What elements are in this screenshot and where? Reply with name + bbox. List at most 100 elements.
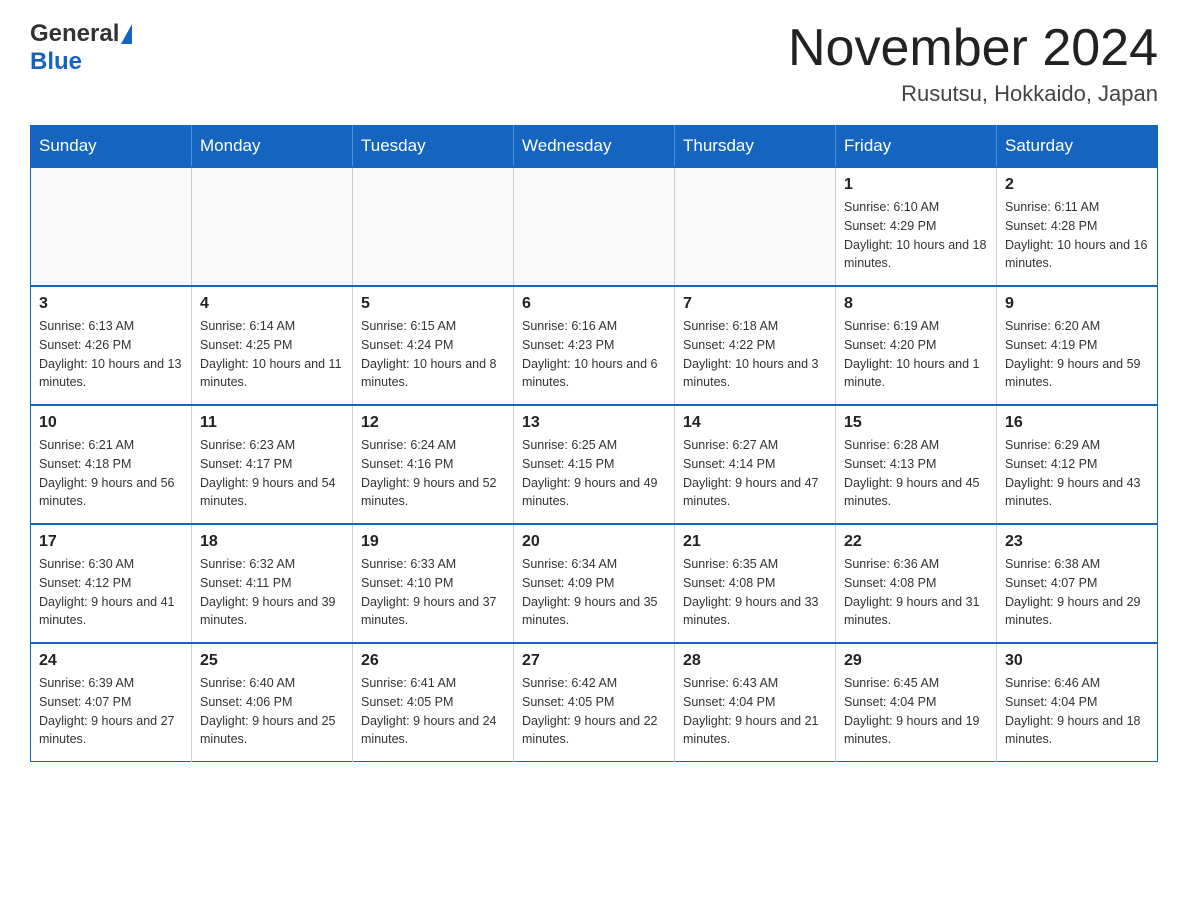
day-number: 9 <box>1005 295 1149 313</box>
calendar-cell: 5Sunrise: 6:15 AMSunset: 4:24 PMDaylight… <box>353 286 514 405</box>
day-info: Sunrise: 6:20 AMSunset: 4:19 PMDaylight:… <box>1005 317 1149 392</box>
day-number: 20 <box>522 533 666 551</box>
day-number: 28 <box>683 652 827 670</box>
calendar-week-row: 3 Sunrise: 6:13 AMSunset: 4:26 PMDaylight… <box>31 286 1158 405</box>
calendar-cell <box>192 167 353 286</box>
calendar-cell: 6Sunrise: 6:16 AMSunset: 4:23 PMDaylight… <box>514 286 675 405</box>
day-number: 14 <box>683 414 827 432</box>
logo-blue-text: Blue <box>30 48 82 76</box>
calendar-cell: 2Sunrise: 6:11 AMSunset: 4:28 PMDaylight… <box>997 167 1158 286</box>
calendar-cell: 12 Sunrise: 6:24 AMSunset: 4:16 PMDayligh… <box>353 405 514 524</box>
calendar-cell <box>353 167 514 286</box>
day-info: Sunrise: 6:30 AMSunset: 4:12 PMDaylight:… <box>39 555 183 630</box>
calendar-cell: 30Sunrise: 6:46 AMSunset: 4:04 PMDayligh… <box>997 643 1158 762</box>
calendar-cell: 22 Sunrise: 6:36 AMSunset: 4:08 PMDayligh… <box>836 524 997 643</box>
calendar-table: SundayMondayTuesdayWednesdayThursdayFrid… <box>30 125 1158 762</box>
calendar-cell: 17 Sunrise: 6:30 AMSunset: 4:12 PMDayligh… <box>31 524 192 643</box>
day-number: 11 <box>200 414 344 432</box>
day-info: Sunrise: 6:15 AMSunset: 4:24 PMDaylight:… <box>361 317 505 392</box>
calendar-cell: 18 Sunrise: 6:32 AMSunset: 4:11 PMDayligh… <box>192 524 353 643</box>
day-number: 17 <box>39 533 183 551</box>
calendar-body: 1 Sunrise: 6:10 AMSunset: 4:29 PMDaylight… <box>31 167 1158 762</box>
day-number: 1 <box>844 176 988 194</box>
day-number: 4 <box>200 295 344 313</box>
day-info: Sunrise: 6:45 AMSunset: 4:04 PMDaylight:… <box>844 674 988 749</box>
day-info: Sunrise: 6:11 AMSunset: 4:28 PMDaylight:… <box>1005 198 1149 273</box>
day-info: Sunrise: 6:42 AMSunset: 4:05 PMDaylight:… <box>522 674 666 749</box>
day-number: 6 <box>522 295 666 313</box>
day-info: Sunrise: 6:23 AMSunset: 4:17 PMDaylight:… <box>200 436 344 511</box>
calendar-cell: 4 Sunrise: 6:14 AMSunset: 4:25 PMDaylight… <box>192 286 353 405</box>
calendar-cell: 23 Sunrise: 6:38 AMSunset: 4:07 PMDayligh… <box>997 524 1158 643</box>
calendar-cell: 29 Sunrise: 6:45 AMSunset: 4:04 PMDayligh… <box>836 643 997 762</box>
calendar-cell: 27Sunrise: 6:42 AMSunset: 4:05 PMDayligh… <box>514 643 675 762</box>
weekday-header-wednesday: Wednesday <box>514 126 675 168</box>
calendar-cell: 16 Sunrise: 6:29 AMSunset: 4:12 PMDayligh… <box>997 405 1158 524</box>
day-number: 18 <box>200 533 344 551</box>
calendar-cell <box>675 167 836 286</box>
logo-general-text: General <box>30 20 119 48</box>
calendar-cell: 14 Sunrise: 6:27 AMSunset: 4:14 PMDayligh… <box>675 405 836 524</box>
day-info: Sunrise: 6:41 AMSunset: 4:05 PMDaylight:… <box>361 674 505 749</box>
day-number: 23 <box>1005 533 1149 551</box>
day-info: Sunrise: 6:18 AMSunset: 4:22 PMDaylight:… <box>683 317 827 392</box>
calendar-cell: 1 Sunrise: 6:10 AMSunset: 4:29 PMDaylight… <box>836 167 997 286</box>
day-number: 3 <box>39 295 183 313</box>
calendar-cell: 20 Sunrise: 6:34 AMSunset: 4:09 PMDayligh… <box>514 524 675 643</box>
day-info: Sunrise: 6:32 AMSunset: 4:11 PMDaylight:… <box>200 555 344 630</box>
day-info: Sunrise: 6:29 AMSunset: 4:12 PMDaylight:… <box>1005 436 1149 511</box>
day-number: 13 <box>522 414 666 432</box>
weekday-header-friday: Friday <box>836 126 997 168</box>
day-info: Sunrise: 6:25 AMSunset: 4:15 PMDaylight:… <box>522 436 666 511</box>
weekday-header-thursday: Thursday <box>675 126 836 168</box>
calendar-cell: 11 Sunrise: 6:23 AMSunset: 4:17 PMDayligh… <box>192 405 353 524</box>
calendar-cell: 19Sunrise: 6:33 AMSunset: 4:10 PMDayligh… <box>353 524 514 643</box>
day-info: Sunrise: 6:36 AMSunset: 4:08 PMDaylight:… <box>844 555 988 630</box>
calendar-cell: 26 Sunrise: 6:41 AMSunset: 4:05 PMDayligh… <box>353 643 514 762</box>
day-number: 24 <box>39 652 183 670</box>
calendar-cell: 24 Sunrise: 6:39 AMSunset: 4:07 PMDayligh… <box>31 643 192 762</box>
calendar-subtitle: Rusutsu, Hokkaido, Japan <box>788 81 1158 107</box>
day-info: Sunrise: 6:21 AMSunset: 4:18 PMDaylight:… <box>39 436 183 511</box>
day-number: 16 <box>1005 414 1149 432</box>
day-info: Sunrise: 6:38 AMSunset: 4:07 PMDaylight:… <box>1005 555 1149 630</box>
logo-triangle-icon <box>121 24 132 44</box>
calendar-header: SundayMondayTuesdayWednesdayThursdayFrid… <box>31 126 1158 168</box>
day-number: 21 <box>683 533 827 551</box>
day-number: 26 <box>361 652 505 670</box>
day-number: 12 <box>361 414 505 432</box>
day-number: 29 <box>844 652 988 670</box>
day-number: 22 <box>844 533 988 551</box>
day-number: 25 <box>200 652 344 670</box>
day-info: Sunrise: 6:34 AMSunset: 4:09 PMDaylight:… <box>522 555 666 630</box>
calendar-cell: 3 Sunrise: 6:13 AMSunset: 4:26 PMDaylight… <box>31 286 192 405</box>
calendar-week-row: 17 Sunrise: 6:30 AMSunset: 4:12 PMDayligh… <box>31 524 1158 643</box>
calendar-cell: 25 Sunrise: 6:40 AMSunset: 4:06 PMDayligh… <box>192 643 353 762</box>
day-info: Sunrise: 6:24 AMSunset: 4:16 PMDaylight:… <box>361 436 505 511</box>
calendar-cell: 28 Sunrise: 6:43 AMSunset: 4:04 PMDayligh… <box>675 643 836 762</box>
day-info: Sunrise: 6:40 AMSunset: 4:06 PMDaylight:… <box>200 674 344 749</box>
day-info: Sunrise: 6:46 AMSunset: 4:04 PMDaylight:… <box>1005 674 1149 749</box>
calendar-cell: 9 Sunrise: 6:20 AMSunset: 4:19 PMDaylight… <box>997 286 1158 405</box>
day-info: Sunrise: 6:14 AMSunset: 4:25 PMDaylight:… <box>200 317 344 392</box>
day-info: Sunrise: 6:35 AMSunset: 4:08 PMDaylight:… <box>683 555 827 630</box>
day-info: Sunrise: 6:27 AMSunset: 4:14 PMDaylight:… <box>683 436 827 511</box>
weekday-header-saturday: Saturday <box>997 126 1158 168</box>
day-info: Sunrise: 6:39 AMSunset: 4:07 PMDaylight:… <box>39 674 183 749</box>
weekday-header-monday: Monday <box>192 126 353 168</box>
day-info: Sunrise: 6:10 AMSunset: 4:29 PMDaylight:… <box>844 198 988 273</box>
day-info: Sunrise: 6:43 AMSunset: 4:04 PMDaylight:… <box>683 674 827 749</box>
calendar-cell <box>514 167 675 286</box>
day-number: 8 <box>844 295 988 313</box>
calendar-cell: 8Sunrise: 6:19 AMSunset: 4:20 PMDaylight… <box>836 286 997 405</box>
day-number: 7 <box>683 295 827 313</box>
calendar-cell <box>31 167 192 286</box>
calendar-cell: 10 Sunrise: 6:21 AMSunset: 4:18 PMDayligh… <box>31 405 192 524</box>
day-info: Sunrise: 6:33 AMSunset: 4:10 PMDaylight:… <box>361 555 505 630</box>
logo: General Blue <box>30 20 132 76</box>
calendar-title: November 2024 <box>788 20 1158 77</box>
day-number: 10 <box>39 414 183 432</box>
day-info: Sunrise: 6:13 AMSunset: 4:26 PMDaylight:… <box>39 317 183 392</box>
day-info: Sunrise: 6:28 AMSunset: 4:13 PMDaylight:… <box>844 436 988 511</box>
day-number: 15 <box>844 414 988 432</box>
